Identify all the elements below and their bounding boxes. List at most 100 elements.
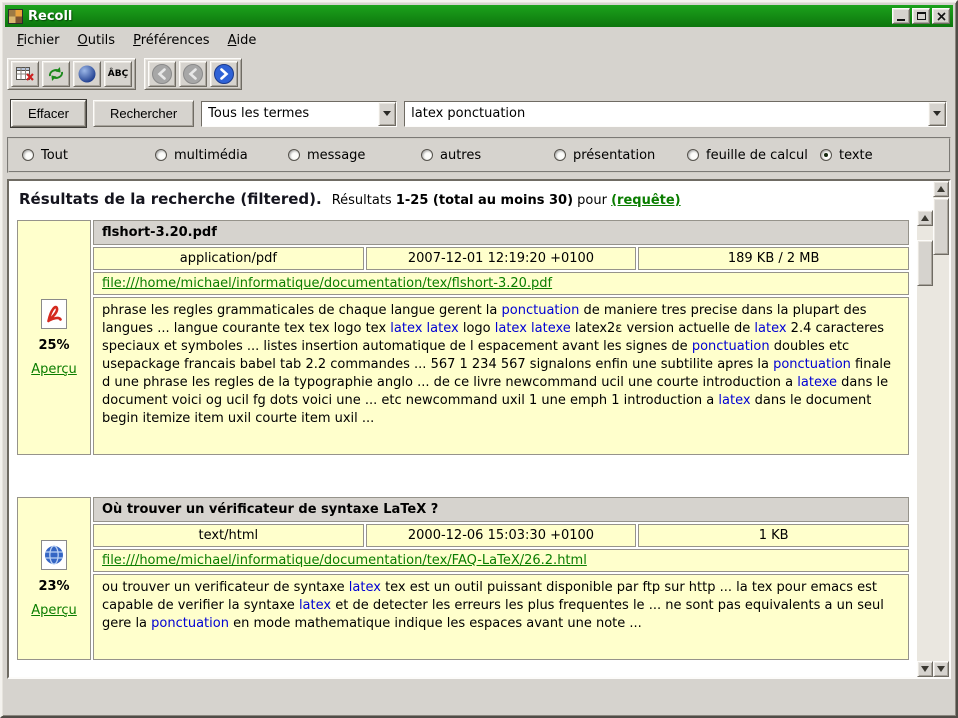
page-next-button[interactable] — [210, 61, 238, 87]
filter-label: Tout — [41, 148, 68, 163]
pdf-document-icon — [41, 299, 67, 329]
query-details-link[interactable]: (requête) — [611, 193, 681, 208]
filter-option-multime-dia[interactable]: multimédia — [155, 148, 288, 163]
scroll-up-button[interactable] — [917, 210, 933, 226]
radio-icon[interactable] — [554, 149, 566, 161]
highlighted-term: latex latex — [390, 321, 458, 336]
clear-search-tool-button[interactable] — [11, 61, 39, 87]
scroll-up-icon — [937, 186, 945, 192]
results-panel: Résultats de la recherche (filtered). Rés… — [7, 179, 951, 679]
scrollbar-trough[interactable] — [917, 226, 933, 661]
search-button[interactable]: Rechercher — [93, 100, 194, 127]
update-index-tool-button[interactable] — [42, 61, 70, 87]
result-meta-row: text/html2000-12-06 15:03:30 +01001 KB — [93, 524, 909, 547]
close-button[interactable] — [932, 8, 950, 24]
scrollbar-thumb[interactable] — [933, 198, 949, 255]
close-icon — [937, 12, 946, 21]
maximize-icon — [917, 12, 926, 20]
result-date: 2000-12-06 15:03:30 +0100 — [366, 524, 637, 547]
result-url-link[interactable]: file:///home/michael/informatique/docume… — [102, 553, 587, 568]
page-first-icon — [151, 63, 173, 85]
scroll-down-icon — [937, 666, 945, 672]
statusbar — [5, 679, 953, 713]
highlighted-term: latexe — [797, 375, 837, 390]
scroll-down-button[interactable] — [933, 661, 949, 677]
menu-fichier[interactable]: Fichier — [9, 30, 68, 51]
highlighted-term: latex — [349, 580, 381, 595]
titlebar[interactable]: Recoll — [5, 5, 953, 27]
preview-link[interactable]: Aperçu — [31, 362, 77, 377]
highlighted-term: ponctuation — [773, 357, 851, 372]
result-date: 2007-12-01 12:19:20 +0100 — [366, 247, 637, 270]
filter-option-autres[interactable]: autres — [421, 148, 554, 163]
results-summary: Résultats 1-25 (total au moins 30) pour … — [332, 193, 681, 208]
recoll-app-icon — [8, 9, 23, 24]
preview-link[interactable]: Aperçu — [31, 603, 77, 618]
clear-button[interactable]: Effacer — [11, 100, 86, 127]
results-main: Résultats de la recherche (filtered). Rés… — [9, 181, 933, 677]
term-explorer-tool-button[interactable] — [73, 61, 101, 87]
filter-label: présentation — [573, 148, 655, 163]
scroll-up-button[interactable] — [933, 181, 949, 197]
results-list: 25% Aperçu flshort-3.20.pdfapplication/pdf… — [9, 210, 917, 677]
highlighted-term: latex — [754, 321, 786, 336]
scroll-down-button[interactable] — [917, 661, 933, 677]
page-next-icon — [213, 63, 235, 85]
filter-label: message — [307, 148, 365, 163]
search-type-combobox[interactable]: Tous les termes — [201, 101, 397, 127]
results-body: 25% Aperçu flshort-3.20.pdfapplication/pdf… — [9, 210, 933, 677]
page-prev-button[interactable] — [179, 61, 207, 87]
filter-option-message[interactable]: message — [288, 148, 421, 163]
radio-icon[interactable] — [288, 149, 300, 161]
abstract-text: logo — [459, 321, 495, 336]
results-range: 1-25 (total au moins 30) — [396, 193, 573, 208]
scroll-up-icon — [921, 215, 929, 221]
radio-icon[interactable] — [421, 149, 433, 161]
result-side-cell: 25% Aperçu — [17, 220, 91, 455]
filter-bar: Tout multimédia message autres présentation f… — [7, 137, 951, 173]
recoll-window: Recoll Fichier Outils Préférences Aide — [0, 0, 958, 718]
scroll-down-icon — [921, 666, 929, 672]
menu-aide[interactable]: Aide — [220, 30, 265, 51]
filter-label: feuille de calcul — [706, 148, 808, 163]
menu-outils[interactable]: Outils — [70, 30, 124, 51]
toolbar-group-main: ÂBÇ — [7, 58, 136, 90]
radio-icon[interactable] — [22, 149, 34, 161]
relevance-percent: 25% — [38, 338, 69, 353]
results-list-scrollbar[interactable] — [917, 210, 933, 677]
scrollbar-thumb[interactable] — [917, 240, 933, 286]
radio-icon[interactable] — [687, 149, 699, 161]
results-panel-scrollbar[interactable] — [933, 181, 949, 677]
filter-option-tout[interactable]: Tout — [22, 148, 155, 163]
abstract-text: en mode mathematique indique les espaces… — [229, 616, 642, 631]
abstract-text: ou trouver un verificateur de syntaxe — [102, 580, 349, 595]
result-url-cell: file:///home/michael/informatique/docume… — [93, 549, 909, 572]
result-size: 1 KB — [638, 524, 909, 547]
filter-label: multimédia — [174, 148, 248, 163]
query-history-dropdown-button[interactable] — [928, 102, 946, 126]
result-abstract: phrase les regles grammaticales de chaqu… — [93, 297, 909, 455]
highlighted-term: latex — [299, 598, 331, 613]
filter-option-pre-sentation[interactable]: présentation — [554, 148, 687, 163]
scrollbar-trough[interactable] — [933, 197, 949, 661]
menu-preferences[interactable]: Préférences — [125, 30, 217, 51]
search-type-value: Tous les termes — [202, 102, 378, 126]
radio-icon[interactable] — [820, 149, 832, 161]
result-title: flshort-3.20.pdf — [93, 220, 909, 245]
result-entry: 25% Aperçu flshort-3.20.pdfapplication/pdf… — [17, 220, 909, 455]
filter-option-feuille-de-calcul[interactable]: feuille de calcul — [687, 148, 820, 163]
toolbar-group-navigation — [144, 58, 242, 90]
search-type-dropdown-button[interactable] — [378, 102, 396, 126]
maximize-button[interactable] — [912, 8, 930, 24]
filter-option-texte[interactable]: texte — [820, 148, 953, 163]
radio-icon[interactable] — [155, 149, 167, 161]
page-first-button[interactable] — [148, 61, 176, 87]
results-header: Résultats de la recherche (filtered). Rés… — [9, 181, 933, 210]
filter-label: texte — [839, 148, 873, 163]
minimize-button[interactable] — [892, 8, 910, 24]
sort-tool-button[interactable]: ÂBÇ — [104, 61, 132, 87]
results-title: Résultats de la recherche (filtered). — [19, 190, 322, 208]
result-meta-row: application/pdf2007-12-01 12:19:20 +0100… — [93, 247, 909, 270]
result-url-link[interactable]: file:///home/michael/informatique/docume… — [102, 276, 552, 291]
search-query-input[interactable] — [405, 102, 928, 126]
